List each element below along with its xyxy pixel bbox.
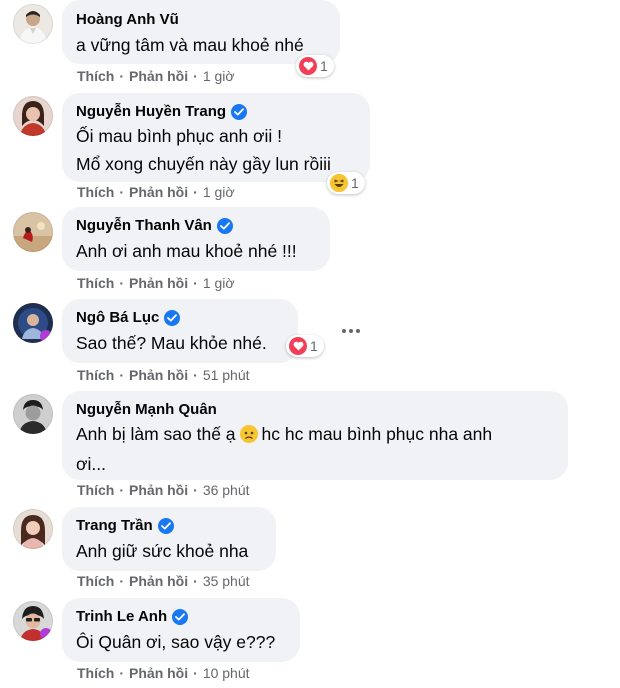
- like-button[interactable]: Thích: [77, 367, 114, 383]
- like-button[interactable]: Thích: [77, 482, 114, 498]
- comment-text: Anh ơi anh mau khoẻ nhé !!!: [76, 241, 297, 261]
- separator: ·: [119, 184, 125, 200]
- avatar[interactable]: [13, 4, 53, 44]
- like-button[interactable]: Thích: [77, 275, 114, 291]
- comment-text-part: hc hc mau bình phục nha anh: [261, 424, 493, 444]
- separator: ·: [119, 68, 125, 84]
- timestamp[interactable]: 1 giờ: [203, 68, 235, 84]
- comment-text: Sao thế? Mau khỏe nhé.: [76, 333, 267, 353]
- separator: ·: [119, 665, 125, 681]
- reply-button[interactable]: Phản hồi: [129, 184, 188, 200]
- comment-actions: Thích · Phản hồi · 35 phút: [77, 573, 250, 589]
- reaction-count[interactable]: 1: [286, 335, 324, 357]
- avatar[interactable]: [13, 212, 53, 252]
- like-button[interactable]: Thích: [77, 68, 114, 84]
- like-button[interactable]: Thích: [77, 184, 114, 200]
- comment-actions: Thích · Phản hồi · 51 phút: [77, 367, 250, 383]
- comment-text: Anh giữ sức khoẻ nha: [76, 541, 249, 561]
- comment-actions: Thích · Phản hồi · 1 giờ: [77, 275, 235, 291]
- timestamp[interactable]: 36 phút: [203, 482, 250, 498]
- comment-bubble: Trang Trần Anh giữ sức khoẻ nha: [62, 507, 276, 571]
- comment-bubble: Nguyễn Thanh Vân Anh ơi anh mau khoẻ nhé…: [62, 207, 330, 271]
- commenter-name[interactable]: Ngô Bá Lục: [76, 309, 159, 326]
- comment-text: Ối mau bình phục anh ơii !: [76, 126, 283, 146]
- like-button[interactable]: Thích: [77, 573, 114, 589]
- comment-bubble: Nguyễn Huyền Trang Ối mau bình phục anh …: [62, 93, 370, 182]
- commenter-name[interactable]: Nguyễn Thanh Vân: [76, 217, 212, 234]
- reaction-count[interactable]: 1: [296, 55, 334, 77]
- comment-text: a vững tâm và mau khoẻ nhé: [76, 35, 304, 55]
- comment-actions: Thích · Phản hồi · 10 phút: [77, 665, 250, 681]
- reply-button[interactable]: Phản hồi: [129, 367, 188, 383]
- verified-badge-icon: [231, 103, 248, 120]
- avatar[interactable]: [13, 96, 53, 136]
- reply-button[interactable]: Phản hồi: [129, 665, 188, 681]
- separator: ·: [119, 367, 125, 383]
- timestamp[interactable]: 1 giờ: [203, 275, 235, 291]
- separator: ·: [193, 573, 198, 589]
- timestamp[interactable]: 35 phút: [203, 573, 250, 589]
- like-button[interactable]: Thích: [77, 665, 114, 681]
- separator: ·: [119, 482, 125, 498]
- reaction-count[interactable]: 1: [327, 172, 365, 194]
- separator: ·: [193, 665, 198, 681]
- separator: ·: [193, 68, 198, 84]
- comment-actions: Thích · Phản hồi · 36 phút: [77, 482, 250, 498]
- avatar[interactable]: [13, 303, 53, 343]
- avatar[interactable]: [13, 509, 53, 549]
- reaction-number: 1: [351, 175, 359, 191]
- comment-text: Ôi Quân ơi, sao vậy e???: [76, 632, 276, 652]
- haha-reaction-icon: [330, 174, 348, 192]
- verified-badge-icon: [164, 309, 181, 326]
- verified-badge-icon: [216, 217, 233, 234]
- commenter-name[interactable]: Nguyễn Huyền Trang: [76, 103, 226, 120]
- timestamp[interactable]: 51 phút: [203, 367, 250, 383]
- comment-bubble: Hoàng Anh Vũ a vững tâm và mau khoẻ nhé: [62, 0, 340, 64]
- comment-actions: Thích · Phản hồi · 1 giờ: [77, 68, 235, 84]
- comment-bubble: Trinh Le Anh Ôi Quân ơi, sao vậy e???: [62, 598, 300, 662]
- reaction-number: 1: [320, 58, 328, 74]
- reply-button[interactable]: Phản hồi: [129, 482, 188, 498]
- separator: ·: [119, 275, 125, 291]
- comment-text: Mổ xong chuyến này gầy lun rồiii: [76, 154, 331, 174]
- commenter-name[interactable]: Nguyễn Mạnh Quân: [76, 401, 217, 418]
- comment-text: ơi...: [76, 454, 106, 474]
- comment-text: Anh bị làm sao thế ạ hc hc mau bình phục …: [76, 421, 554, 451]
- avatar[interactable]: [13, 394, 53, 434]
- more-options-icon[interactable]: [337, 321, 365, 341]
- comment-bubble: Ngô Bá Lục Sao thế? Mau khỏe nhé.: [62, 299, 298, 363]
- reply-button[interactable]: Phản hồi: [129, 68, 188, 84]
- commenter-name[interactable]: Trang Trần: [76, 517, 153, 534]
- timestamp[interactable]: 10 phút: [203, 665, 250, 681]
- timestamp[interactable]: 1 giờ: [203, 184, 235, 200]
- comment-actions: Thích · Phản hồi · 1 giờ: [77, 184, 235, 200]
- separator: ·: [193, 184, 198, 200]
- reply-button[interactable]: Phản hồi: [129, 573, 188, 589]
- avatar[interactable]: [13, 601, 53, 641]
- verified-badge-icon: [157, 517, 174, 534]
- separator: ·: [119, 573, 125, 589]
- love-reaction-icon: [299, 57, 317, 75]
- separator: ·: [193, 275, 198, 291]
- verified-badge-icon: [172, 608, 189, 625]
- reaction-number: 1: [310, 338, 318, 354]
- sad-emoji-icon: [239, 424, 258, 451]
- comment-bubble: Nguyễn Mạnh Quân Anh bị làm sao thế ạ hc …: [62, 391, 568, 480]
- commenter-name[interactable]: Trinh Le Anh: [76, 608, 167, 625]
- separator: ·: [193, 482, 198, 498]
- commenter-name[interactable]: Hoàng Anh Vũ: [76, 11, 179, 28]
- reply-button[interactable]: Phản hồi: [129, 275, 188, 291]
- separator: ·: [193, 367, 198, 383]
- love-reaction-icon: [289, 337, 307, 355]
- comment-text-part: Anh bị làm sao thế ạ: [76, 424, 236, 444]
